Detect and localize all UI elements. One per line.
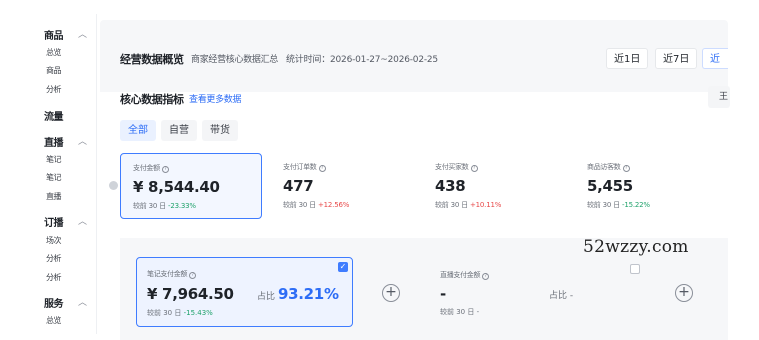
metric-label-text: 支付买家数 [435, 163, 469, 171]
sidebar-item[interactable]: 直播 [46, 191, 62, 202]
compare-prefix: 较前 30 日 [283, 201, 316, 209]
question-icon[interactable]: ? [622, 165, 630, 172]
sidebar-divider [96, 14, 97, 334]
metric-value: 438 [435, 177, 466, 195]
metric-compare: 较前 30 日 -23.33% [133, 201, 196, 211]
sidebar-item[interactable]: 总览 [46, 315, 62, 326]
metric-compare: 较前 30 日 +12.56% [283, 200, 349, 210]
page-title: 经营数据概览 [120, 53, 184, 66]
compare-prefix: 较前 30 日 [133, 202, 166, 210]
metric-card-payment-amount[interactable]: 支付金额? ¥ 8,544.40 较前 30 日 -23.33% [120, 153, 262, 219]
share-value: 93.21% [278, 285, 339, 303]
range-7d-button[interactable]: 近7日 [655, 48, 698, 69]
breakdown-compare-live: 较前 30 日 - [440, 308, 480, 316]
metric-label-text: 商品访客数 [587, 163, 621, 171]
range-1d-button[interactable]: 近1日 [606, 48, 649, 69]
compare-change: -15.43% [183, 309, 213, 317]
watermark: 52wzzy.com [583, 237, 689, 257]
sidebar-item[interactable]: 分析 [46, 272, 62, 283]
sidebar-item[interactable]: 分析 [46, 84, 62, 95]
metric-label: 支付订单数? [283, 162, 326, 172]
tab-affiliate[interactable]: 带货 [202, 120, 238, 141]
metric-label: 支付买家数? [435, 162, 478, 172]
scroll-handle[interactable] [109, 181, 118, 190]
chevron-up-icon[interactable]: ︿ [78, 134, 87, 147]
page-subtitle: 商家经营核心数据汇总 [191, 55, 279, 65]
tab-self[interactable]: 自营 [161, 120, 197, 141]
breakdown-label-text: 笔记支付金额 [147, 270, 188, 278]
section-title: 核心数据指标 [120, 93, 184, 106]
breakdown-label-live: 直播支付金额? [440, 270, 490, 280]
metric-label-text: 支付订单数 [283, 163, 317, 171]
share-label-live: 占比 - [549, 291, 574, 301]
sidebar-group-label[interactable]: 流量 [44, 108, 64, 123]
checkbox-checked-icon[interactable]: ✓ [338, 262, 348, 272]
sidebar-group-label[interactable]: 直播 [44, 134, 64, 149]
breakdown-value: ¥ 7,964.50 [147, 285, 234, 303]
sidebar-group-label[interactable]: 服务 [44, 295, 64, 310]
metric-label-text: 支付金额 [133, 164, 160, 172]
question-icon[interactable]: ? [470, 165, 478, 172]
breakdown-compare: 较前 30 日 -15.43% [147, 308, 213, 318]
metric-card-buyer-count[interactable]: 支付买家数? 438 较前 30 日 +10.11% [423, 153, 565, 219]
metric-label: 商品访客数? [587, 162, 630, 172]
view-more-link[interactable]: 查看更多数据 [189, 92, 242, 105]
breakdown-card-note[interactable]: ✓ 笔记支付金额? ¥ 7,964.50 占比 93.21% 较前 30 日 -… [136, 257, 353, 327]
compare-change: +10.11% [470, 201, 502, 209]
range-30d-button[interactable]: 近3 [702, 48, 728, 69]
question-icon[interactable]: ? [318, 165, 326, 172]
question-icon[interactable]: ? [189, 272, 197, 279]
compare-change: -15.22% [622, 201, 650, 209]
add-icon[interactable]: + [382, 284, 400, 302]
chevron-up-icon[interactable]: ︿ [78, 295, 87, 308]
chevron-up-icon[interactable]: ︿ [78, 214, 87, 227]
compare-change: +12.56% [318, 201, 350, 209]
question-icon[interactable]: ? [482, 273, 490, 280]
sidebar-item[interactable]: 笔记 [46, 154, 62, 165]
compare-prefix: 较前 30 日 [147, 309, 182, 317]
chevron-up-icon[interactable]: ︿ [78, 27, 87, 40]
breakdown-label: 笔记支付金额? [147, 269, 197, 279]
metric-value: 477 [283, 177, 314, 195]
breakdown-value-live: - [440, 285, 447, 303]
metric-compare: 较前 30 日 -15.22% [587, 200, 650, 210]
metric-compare: 较前 30 日 +10.11% [435, 200, 501, 210]
sidebar-group-label[interactable]: 商品 [44, 27, 64, 42]
question-icon[interactable]: ? [161, 166, 169, 173]
metric-card-order-count[interactable]: 支付订单数? 477 较前 30 日 +12.56% [271, 153, 413, 219]
sidebar-item[interactable]: 商品 [46, 65, 62, 76]
section-action-button[interactable]: 王 [708, 86, 730, 108]
tab-all[interactable]: 全部 [120, 120, 156, 141]
metric-card-visitor-count[interactable]: 商品访客数? 5,455 较前 30 日 -15.22% [575, 153, 717, 219]
metric-value: 5,455 [587, 177, 633, 195]
sidebar-group-label[interactable]: 订播 [44, 214, 64, 229]
metric-value: ¥ 8,544.40 [133, 178, 220, 196]
sidebar: 商品 ︿ 总览 商品 分析 流量 直播 ︿ 笔记 笔记 直播 订播 ︿ 场次 分… [0, 0, 96, 340]
date-range-text: 统计时间：2026-01-27~2026-02-25 [286, 55, 438, 65]
metric-label: 支付金额? [133, 163, 169, 173]
sidebar-item[interactable]: 总览 [46, 47, 62, 58]
compare-prefix: 较前 30 日 [435, 201, 468, 209]
sidebar-item[interactable]: 分析 [46, 253, 62, 264]
checkbox-icon[interactable] [630, 264, 640, 274]
breakdown-label-text: 直播支付金额 [440, 271, 481, 279]
share-label: 占比 [257, 292, 276, 302]
compare-prefix: 较前 30 日 [587, 201, 620, 209]
sidebar-item[interactable]: 笔记 [46, 172, 62, 183]
sidebar-item[interactable]: 场次 [46, 235, 62, 246]
add-icon[interactable]: + [675, 284, 693, 302]
compare-change: -23.33% [168, 202, 196, 210]
